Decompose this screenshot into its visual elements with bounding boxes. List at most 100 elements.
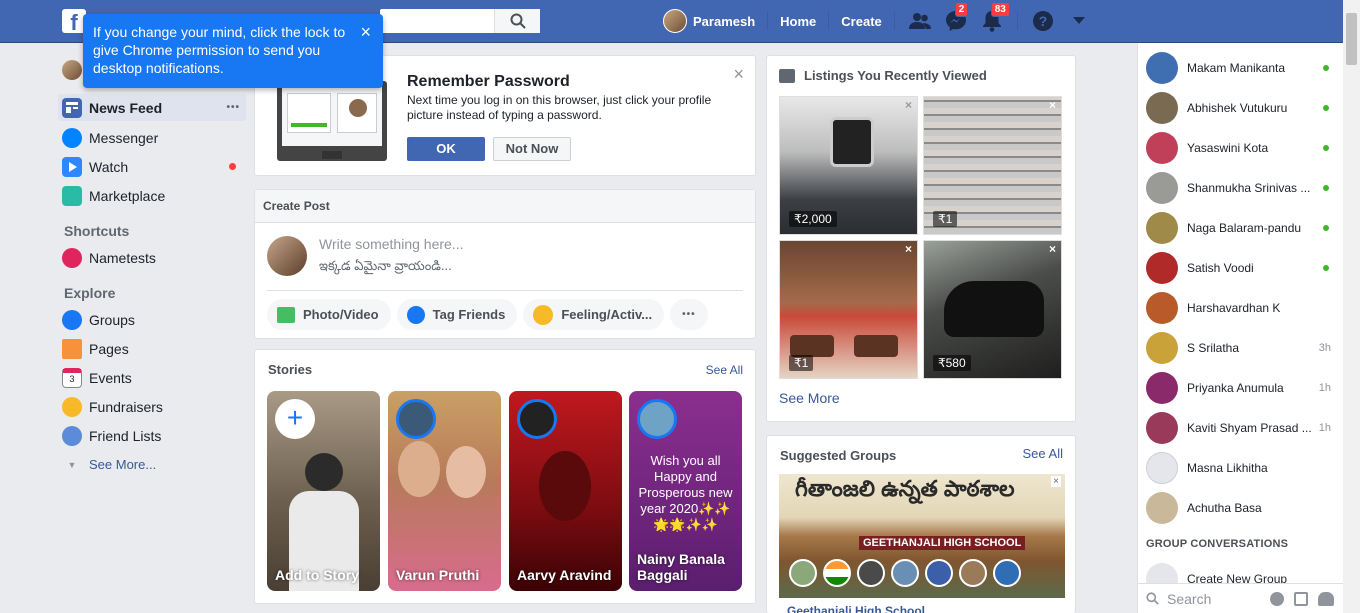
contact-item[interactable]: Masna Likhitha bbox=[1138, 448, 1343, 488]
tag-friends-button[interactable]: Tag Friends bbox=[396, 299, 518, 330]
online-indicator bbox=[1323, 185, 1329, 191]
shop-icon bbox=[779, 68, 795, 83]
listings-card: Listings You Recently Viewed × ₹2,000 × … bbox=[766, 55, 1076, 422]
close-icon[interactable]: × bbox=[1049, 242, 1056, 256]
create-group-icon[interactable] bbox=[1318, 592, 1334, 606]
friend-requests-button[interactable] bbox=[907, 8, 933, 34]
contact-item[interactable]: Yasaswini Kota bbox=[1138, 128, 1343, 168]
sidebar-item-events[interactable]: 3 Events bbox=[58, 363, 246, 392]
listing-price: ₹1 bbox=[789, 355, 814, 371]
groups-see-all-link[interactable]: See All bbox=[1023, 446, 1063, 461]
sidebar-item-label: Nametests bbox=[89, 249, 156, 266]
close-icon[interactable]: × bbox=[1049, 98, 1056, 112]
sidebar-item-nametests[interactable]: Nametests bbox=[58, 243, 246, 272]
profile-link[interactable]: Paramesh bbox=[693, 14, 755, 29]
ok-button[interactable]: OK bbox=[407, 137, 485, 161]
chat-search-input[interactable]: Search bbox=[1167, 591, 1267, 607]
close-icon[interactable]: × bbox=[905, 242, 912, 256]
search-input[interactable] bbox=[380, 9, 540, 33]
gear-icon[interactable] bbox=[1270, 592, 1284, 606]
more-actions-button[interactable]: ••• bbox=[670, 299, 708, 330]
messenger-icon bbox=[62, 127, 82, 148]
sidebar-item-fundraisers[interactable]: Fundraisers bbox=[58, 392, 246, 421]
avatar bbox=[1146, 492, 1178, 524]
contact-item[interactable]: Abhishek Vutukuru bbox=[1138, 88, 1343, 128]
search-button[interactable] bbox=[494, 9, 540, 33]
avatar bbox=[1146, 452, 1178, 484]
sidebar-item-groups[interactable]: Groups bbox=[58, 305, 246, 334]
page-scrollbar[interactable] bbox=[1343, 0, 1360, 613]
avatar bbox=[267, 236, 307, 276]
account-menu-button[interactable] bbox=[1066, 8, 1092, 34]
sidebar-item-label: Messenger bbox=[89, 129, 159, 146]
post-composer-input[interactable]: Write something here... bbox=[319, 236, 463, 252]
chevron-down-icon: ▼ bbox=[67, 459, 77, 470]
contact-name: Abhishek Vutukuru bbox=[1187, 101, 1288, 115]
close-icon[interactable]: × bbox=[733, 64, 744, 85]
contact-item[interactable]: Priyanka Anumula 1h bbox=[1138, 368, 1343, 408]
photo-video-button[interactable]: Photo/Video bbox=[267, 299, 391, 330]
remember-password-title: Remember Password bbox=[407, 73, 570, 90]
sidebar-item-friend-lists[interactable]: Friend Lists bbox=[58, 421, 246, 450]
member-avatars bbox=[789, 559, 1021, 587]
close-icon[interactable]: × bbox=[905, 98, 912, 112]
create-link[interactable]: Create bbox=[841, 14, 881, 29]
story-card[interactable]: Aarvy Aravind bbox=[509, 391, 622, 591]
tooltip-text: If you change your mind, click the lock … bbox=[93, 24, 346, 76]
profile-avatar[interactable] bbox=[663, 9, 687, 33]
sidebar-item-news-feed[interactable]: News Feed ••• bbox=[58, 94, 246, 121]
contact-item[interactable]: Naga Balaram-pandu bbox=[1138, 208, 1343, 248]
tooltip-close-button[interactable]: × bbox=[360, 23, 371, 41]
messages-button[interactable]: 2 bbox=[943, 2, 969, 34]
feeling-activity-button[interactable]: Feeling/Activ... bbox=[523, 299, 665, 330]
close-icon[interactable]: × bbox=[1051, 476, 1061, 487]
sidebar-item-marketplace[interactable]: Marketplace bbox=[58, 181, 246, 210]
more-options-icon[interactable]: ••• bbox=[226, 102, 240, 113]
listing-item[interactable]: × ₹580 bbox=[923, 240, 1062, 379]
create-post-card: Create Post Write something here... ఇక్క… bbox=[254, 189, 756, 339]
home-link[interactable]: Home bbox=[780, 14, 816, 29]
listing-price: ₹2,000 bbox=[789, 211, 837, 227]
nav-divider bbox=[828, 12, 830, 30]
notifications-button[interactable]: 83 bbox=[979, 2, 1010, 34]
story-text: Wish you all Happy and Prosperous new ye… bbox=[638, 453, 733, 532]
avatar bbox=[1146, 172, 1178, 204]
contact-item[interactable]: S Srilatha 3h bbox=[1138, 328, 1343, 368]
contact-item[interactable]: Shanmukha Srinivas ... bbox=[1138, 168, 1343, 208]
sidebar-item-messenger[interactable]: Messenger bbox=[58, 123, 246, 152]
listings-see-more-link[interactable]: See More bbox=[779, 390, 840, 406]
contact-item[interactable]: Satish Voodi bbox=[1138, 248, 1343, 288]
avatar bbox=[1146, 332, 1178, 364]
contact-name: Naga Balaram-pandu bbox=[1187, 221, 1302, 235]
help-button[interactable]: ? bbox=[1030, 8, 1056, 34]
group-name-link[interactable]: Geethanjali High School bbox=[787, 604, 925, 613]
add-story-icon[interactable]: + bbox=[275, 399, 315, 439]
listing-item[interactable]: × ₹1 bbox=[779, 240, 918, 379]
stories-see-all-link[interactable]: See All bbox=[706, 363, 743, 377]
listing-item[interactable]: × ₹2,000 bbox=[779, 96, 918, 235]
story-card[interactable]: Wish you all Happy and Prosperous new ye… bbox=[629, 391, 742, 591]
scrollbar-thumb[interactable] bbox=[1346, 13, 1357, 65]
contact-name: Shanmukha Srinivas ... bbox=[1187, 181, 1311, 195]
contact-item[interactable]: Kaviti Shyam Prasad ... 1h bbox=[1138, 408, 1343, 448]
sidebar-item-label: Pages bbox=[89, 340, 129, 357]
group-cover-image[interactable]: గీతాంజలి ఉన్నత పాఠశాల GEETHANJALI HIGH S… bbox=[779, 474, 1065, 598]
sidebar-item-pages[interactable]: Pages bbox=[58, 334, 246, 363]
avatar bbox=[1146, 292, 1178, 324]
listing-item[interactable]: × ₹1 bbox=[923, 96, 1062, 235]
story-card-add[interactable]: + Add to Story bbox=[267, 391, 380, 591]
contact-name: Kaviti Shyam Prasad ... bbox=[1187, 421, 1312, 435]
not-now-button[interactable]: Not Now bbox=[493, 137, 571, 161]
story-card[interactable]: Varun Pruthi bbox=[388, 391, 501, 591]
story-name: Aarvy Aravind bbox=[517, 567, 612, 583]
messages-badge: 2 bbox=[954, 2, 969, 17]
contact-name: Masna Likhitha bbox=[1187, 461, 1268, 475]
contact-item[interactable]: Makam Manikanta bbox=[1138, 48, 1343, 88]
sidebar-item-watch[interactable]: Watch bbox=[58, 152, 246, 181]
contact-item[interactable]: Harshavardhan K bbox=[1138, 288, 1343, 328]
banner-sign: GEETHANJALI HIGH SCHOOL bbox=[859, 536, 1026, 550]
contact-item[interactable]: Achutha Basa bbox=[1138, 488, 1343, 528]
post-actions: Photo/Video Tag Friends Feeling/Activ...… bbox=[267, 299, 714, 330]
compose-icon[interactable] bbox=[1294, 592, 1308, 606]
see-more-link[interactable]: ▼ See More... bbox=[58, 450, 246, 479]
